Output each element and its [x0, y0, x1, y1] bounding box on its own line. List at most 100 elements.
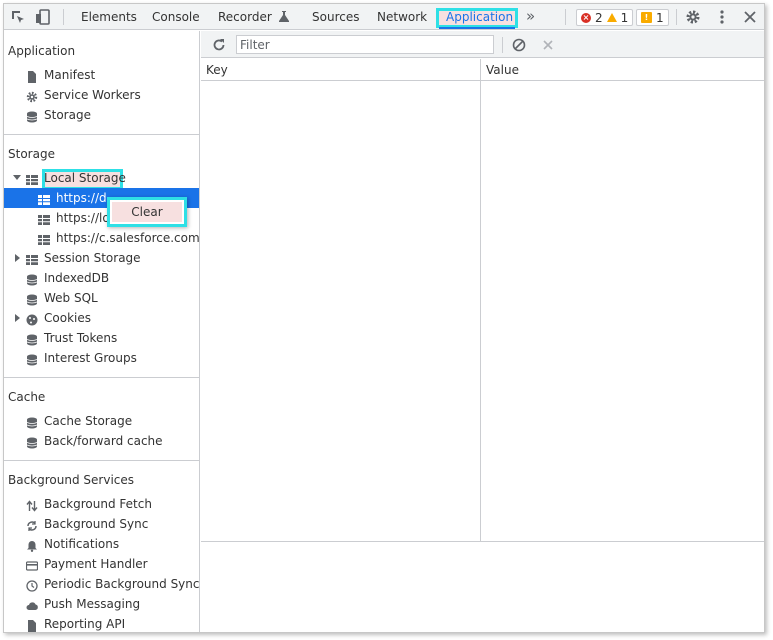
sidebar-item-back-forward-cache[interactable]: Back/forward cache: [26, 431, 163, 451]
tab-application-underline: [439, 27, 515, 29]
device-toolbar-icon[interactable]: [34, 8, 52, 26]
sidebar-item-label: Background Sync: [44, 517, 149, 531]
sidebar-item-background-sync[interactable]: Background Sync: [26, 514, 148, 534]
expand-arrow-icon[interactable]: [13, 175, 21, 180]
kebab-menu-icon[interactable]: [713, 8, 731, 26]
tab-sources[interactable]: Sources: [312, 4, 359, 30]
section-divider: [4, 134, 199, 135]
refresh-icon[interactable]: [210, 36, 228, 54]
sidebar-item-label: IndexedDB: [44, 271, 110, 285]
delete-selected-icon[interactable]: [539, 36, 557, 54]
tab-elements[interactable]: Elements: [81, 4, 137, 30]
issues-badge[interactable]: ! 1: [636, 9, 669, 26]
sidebar-item-label: Back/forward cache: [44, 434, 163, 448]
sidebar-item-notifications[interactable]: Notifications: [26, 534, 119, 554]
section-title-storage: Storage: [8, 147, 55, 161]
sidebar-item-payment-handler[interactable]: Payment Handler: [25, 554, 148, 574]
sidebar-item-web-sql[interactable]: Web SQL: [26, 288, 98, 308]
sidebar-item-trust-tokens[interactable]: Trust Tokens: [26, 328, 117, 348]
tab-network[interactable]: Network: [377, 4, 427, 30]
file-icon: [26, 69, 38, 83]
sidebar-item-label: Cookies: [44, 311, 91, 325]
sidebar-item-local-storage-origin-1[interactable]: https://d: [38, 188, 107, 208]
table-icon: [26, 172, 38, 185]
tab-console[interactable]: Console: [152, 4, 200, 30]
column-divider[interactable]: [480, 59, 481, 542]
sidebar-item-cookies[interactable]: Cookies: [26, 308, 91, 328]
sidebar-item-label: Periodic Background Sync: [44, 577, 200, 591]
file-icon: [26, 618, 38, 632]
sidebar-item-local-storage[interactable]: Local Storage: [26, 168, 126, 188]
clear-menu-item[interactable]: Clear: [112, 202, 182, 222]
sidebar-item-label: Notifications: [44, 537, 120, 551]
clock-icon: [26, 578, 38, 592]
tab-application[interactable]: Application: [439, 10, 515, 25]
flask-icon: [278, 5, 289, 31]
clear-all-icon[interactable]: [510, 36, 528, 54]
tab-recorder[interactable]: Recorder: [218, 4, 289, 30]
error-icon: ×: [581, 12, 591, 23]
database-icon: [26, 352, 38, 366]
close-icon[interactable]: [741, 8, 759, 26]
sidebar-item-reporting-api[interactable]: Reporting API: [26, 614, 125, 632]
database-icon: [26, 435, 38, 449]
toolbar-divider: [63, 9, 64, 25]
cookie-icon: [26, 312, 38, 326]
column-header-value[interactable]: Value: [486, 63, 519, 77]
tab-application-label: Application: [446, 10, 514, 24]
sidebar-item-label: Manifest: [44, 68, 96, 82]
sidebar-item-label: Trust Tokens: [44, 331, 118, 345]
sidebar-item-storage[interactable]: Storage: [26, 105, 91, 125]
sidebar-item-push-messaging[interactable]: Push Messaging: [26, 594, 140, 614]
table-icon: [26, 252, 38, 265]
sidebar-item-label: Interest Groups: [44, 351, 137, 365]
toolbar-divider: [565, 9, 566, 25]
sidebar-item-periodic-background-sync[interactable]: Periodic Background Sync: [26, 574, 200, 594]
database-icon: [26, 109, 38, 123]
more-tabs-button[interactable]: »: [526, 4, 535, 30]
sidebar-item-cache-storage[interactable]: Cache Storage: [26, 411, 132, 431]
cloud-icon: [26, 598, 38, 610]
table-icon: [38, 192, 50, 205]
sidebar-item-label: Push Messaging: [44, 597, 141, 611]
sidebar-item-local-storage-origin-2[interactable]: https://lo: [38, 208, 110, 228]
sidebar-item-label: Session Storage: [44, 251, 141, 265]
bell-icon: [26, 538, 38, 552]
sidebar-item-session-storage[interactable]: Session Storage: [26, 248, 141, 268]
column-header-key[interactable]: Key: [206, 63, 228, 77]
warning-count: 1: [620, 10, 629, 25]
sidebar-item-label: Service Workers: [44, 88, 141, 102]
filter-input[interactable]: [236, 35, 494, 54]
issue-count: 1: [656, 10, 664, 25]
sidebar-item-indexeddb[interactable]: IndexedDB: [26, 268, 109, 288]
gear-icon[interactable]: [684, 8, 702, 26]
table-icon: [38, 232, 50, 245]
errors-warnings-badge[interactable]: × 2 1: [576, 9, 634, 26]
error-count: 2: [595, 10, 603, 25]
toolbar-divider: [502, 37, 503, 53]
application-sidebar: Application Manifest Service Workers Sto…: [4, 31, 200, 632]
database-icon: [26, 272, 38, 286]
sidebar-item-manifest[interactable]: Manifest: [26, 65, 95, 85]
section-title-background-services: Background Services: [8, 473, 135, 487]
sidebar-item-interest-groups[interactable]: Interest Groups: [26, 348, 137, 368]
devtools-tab-bar: Elements Console Recorder Sources Networ…: [4, 4, 764, 30]
section-title-application: Application: [8, 44, 76, 58]
sidebar-item-label: https://lo: [56, 211, 110, 225]
sidebar-item-label: Payment Handler: [44, 557, 148, 571]
sidebar-item-label: Local Storage: [44, 171, 126, 185]
sidebar-item-label: https://d: [56, 191, 107, 205]
database-icon: [26, 415, 38, 429]
database-icon: [26, 292, 38, 306]
sidebar-item-label: Storage: [44, 108, 91, 122]
sidebar-item-background-fetch[interactable]: Background Fetch: [26, 494, 152, 514]
inspect-element-icon[interactable]: [9, 8, 27, 26]
sidebar-item-label: Cache Storage: [44, 414, 133, 428]
gear-icon: [26, 89, 38, 103]
sidebar-item-service-workers[interactable]: Service Workers: [26, 85, 141, 105]
sidebar-item-local-storage-origin-3[interactable]: https://c.salesforce.com: [38, 228, 199, 248]
expand-arrow-icon[interactable]: [15, 314, 20, 322]
issue-icon: !: [641, 12, 652, 23]
toolbar-divider: [676, 9, 677, 25]
expand-arrow-icon[interactable]: [15, 254, 20, 262]
